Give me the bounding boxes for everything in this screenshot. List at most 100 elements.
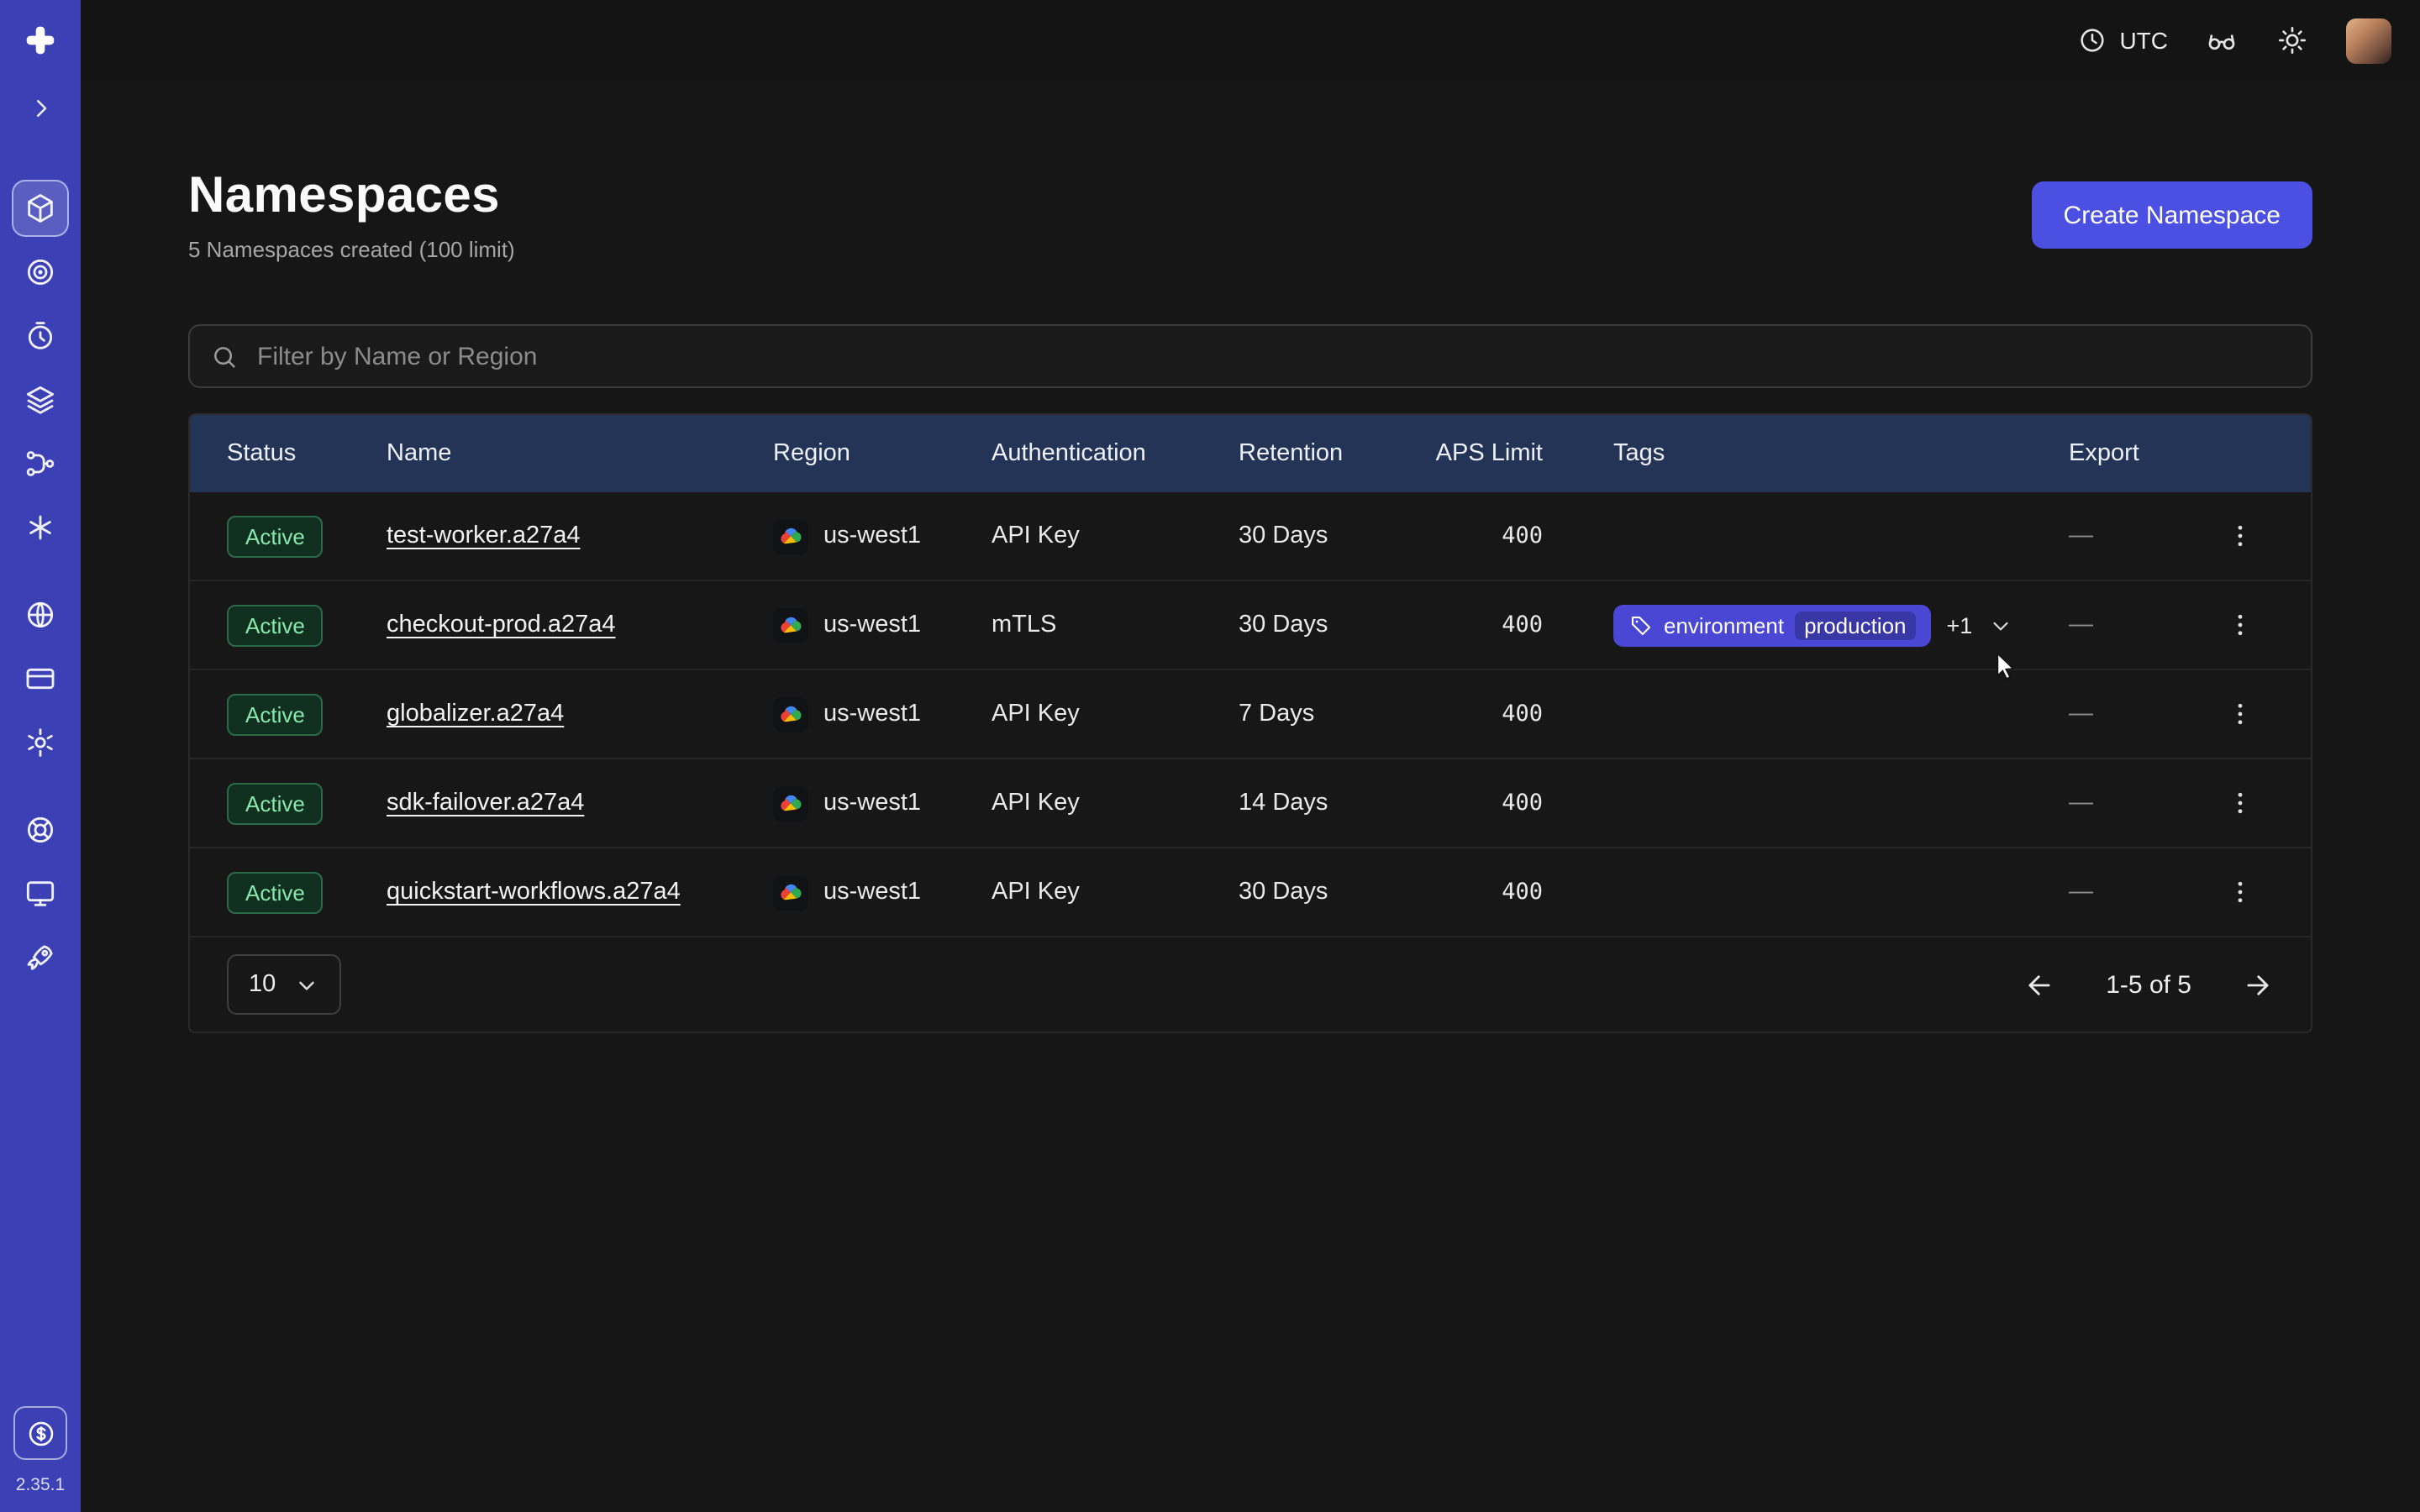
aps-limit-value: 400 bbox=[1432, 879, 1583, 906]
tags-more-count: +1 bbox=[1947, 612, 1973, 638]
sidebar-item-nexus[interactable] bbox=[12, 499, 69, 556]
sidebar: 2.35.1 bbox=[0, 0, 81, 1512]
row-menu-button[interactable] bbox=[2225, 521, 2255, 551]
gcp-region-icon bbox=[773, 785, 808, 821]
aps-limit-value: 400 bbox=[1432, 790, 1583, 816]
column-header-aps-limit: APS Limit bbox=[1432, 440, 1583, 467]
auth-method-value: API Key bbox=[992, 701, 1239, 727]
page-size-value: 10 bbox=[249, 971, 276, 998]
row-menu-button[interactable] bbox=[2225, 610, 2255, 640]
prev-page-button[interactable] bbox=[2023, 969, 2055, 1000]
namespaces-table: StatusNameRegionAuthenticationRetentionA… bbox=[188, 413, 2312, 1033]
status-badge: Active bbox=[227, 871, 324, 913]
timer-icon bbox=[24, 319, 57, 353]
sidebar-item-settings[interactable] bbox=[12, 714, 69, 771]
namespace-link[interactable]: test-worker.a27a4 bbox=[387, 522, 581, 549]
pricing-button[interactable] bbox=[13, 1406, 67, 1460]
cube-icon bbox=[24, 192, 57, 225]
auth-method-value: API Key bbox=[992, 522, 1239, 549]
column-header-status: Status bbox=[227, 440, 387, 467]
namespace-link[interactable]: quickstart-workflows.a27a4 bbox=[387, 879, 681, 906]
pagination-range: 1-5 of 5 bbox=[2106, 970, 2191, 999]
create-namespace-button[interactable]: Create Namespace bbox=[2032, 181, 2312, 249]
region-label: us-west1 bbox=[823, 790, 921, 816]
filter-input[interactable] bbox=[254, 340, 2291, 372]
temporal-logo-icon[interactable] bbox=[22, 22, 59, 59]
export-value: — bbox=[2035, 701, 2207, 727]
sidebar-item-batch-operations[interactable] bbox=[12, 435, 69, 492]
timezone-selector[interactable]: UTC bbox=[2077, 25, 2168, 55]
layers-icon bbox=[24, 383, 57, 417]
column-header-authentication: Authentication bbox=[992, 440, 1239, 467]
aps-limit-value: 400 bbox=[1432, 701, 1583, 727]
theme-toggle-sun-icon[interactable] bbox=[2275, 24, 2309, 57]
retention-value: 30 Days bbox=[1239, 612, 1432, 638]
sidebar-item-workflows[interactable] bbox=[12, 244, 69, 301]
filter-box bbox=[188, 324, 2312, 388]
branch-icon bbox=[24, 447, 57, 480]
column-header-tags: Tags bbox=[1583, 440, 2035, 467]
search-icon bbox=[210, 342, 239, 370]
status-badge: Active bbox=[227, 604, 324, 646]
sidebar-item-schedules[interactable] bbox=[12, 307, 69, 365]
sidebar-item-regions[interactable] bbox=[12, 586, 69, 643]
clock-icon bbox=[2077, 25, 2107, 55]
auth-method-value: API Key bbox=[992, 879, 1239, 906]
gear-icon bbox=[24, 726, 57, 759]
row-menu-button[interactable] bbox=[2225, 788, 2255, 818]
topbar: UTC bbox=[81, 0, 2420, 81]
namespace-link[interactable]: globalizer.a27a4 bbox=[387, 701, 564, 727]
sidebar-item-support[interactable] bbox=[12, 801, 69, 858]
page-title: Namespaces bbox=[188, 168, 515, 225]
region-label: us-west1 bbox=[823, 612, 921, 638]
asterisk-icon bbox=[24, 511, 57, 544]
table-body: Activetest-worker.a27a4us-west1API Key30… bbox=[190, 492, 2311, 936]
table-row: Active checkout-prod.a27a4 us-west1 mTLS30 … bbox=[190, 580, 2311, 669]
arrow-left-icon bbox=[2023, 969, 2055, 1000]
bullseye-icon bbox=[24, 255, 57, 289]
namespace-link[interactable]: sdk-failover.a27a4 bbox=[387, 790, 584, 816]
user-avatar[interactable] bbox=[2346, 18, 2391, 63]
app-window: 2.35.1 UTC Namespaces 5 Namespac bbox=[0, 0, 2420, 1512]
page-size-select[interactable]: 10 bbox=[227, 954, 341, 1015]
glasses-icon[interactable] bbox=[2205, 24, 2238, 57]
sidebar-item-getting-started[interactable] bbox=[12, 929, 69, 986]
arrow-right-icon bbox=[2242, 969, 2274, 1000]
rocket-icon bbox=[24, 941, 57, 974]
namespace-count-subtitle: 5 Namespaces created (100 limit) bbox=[188, 237, 515, 262]
column-header-region: Region bbox=[773, 440, 992, 467]
gcp-region-icon bbox=[773, 607, 808, 643]
gcp-region-icon bbox=[773, 518, 808, 554]
region-label: us-west1 bbox=[823, 522, 921, 549]
table-row: Activequickstart-workflows.a27a4us-west1… bbox=[190, 847, 2311, 936]
sidebar-item-deployments[interactable] bbox=[12, 371, 69, 428]
table-header-row: StatusNameRegionAuthenticationRetentionA… bbox=[190, 415, 2311, 492]
sidebar-item-docs[interactable] bbox=[12, 865, 69, 922]
retention-value: 7 Days bbox=[1239, 701, 1432, 727]
export-value: — bbox=[2035, 790, 2207, 816]
sidebar-expand-button[interactable] bbox=[12, 79, 69, 136]
chevron-down-icon bbox=[294, 972, 319, 997]
auth-method-value: mTLS bbox=[992, 612, 1239, 638]
column-header-export: Export bbox=[2035, 440, 2207, 467]
table-row: Activetest-worker.a27a4us-west1API Key30… bbox=[190, 492, 2311, 580]
tag-key: environment bbox=[1664, 612, 1784, 638]
next-page-button[interactable] bbox=[2242, 969, 2274, 1000]
dollar-icon bbox=[24, 1417, 56, 1449]
status-badge: Active bbox=[227, 693, 324, 735]
row-menu-button[interactable] bbox=[2225, 699, 2255, 729]
gcp-region-icon bbox=[773, 696, 808, 732]
tag-pill[interactable]: environmentproduction bbox=[1613, 604, 1932, 646]
column-header-name: Name bbox=[387, 440, 773, 467]
retention-value: 30 Days bbox=[1239, 879, 1432, 906]
namespace-link[interactable]: checkout-prod.a27a4 bbox=[387, 612, 616, 638]
tag-icon bbox=[1628, 612, 1654, 638]
tags-expand-chevron-icon[interactable] bbox=[1987, 612, 2012, 638]
monitor-icon bbox=[24, 877, 57, 911]
export-value: — bbox=[2035, 612, 2207, 638]
row-menu-button[interactable] bbox=[2225, 877, 2255, 907]
sidebar-item-billing[interactable] bbox=[12, 650, 69, 707]
column-header-retention: Retention bbox=[1239, 440, 1432, 467]
auth-method-value: API Key bbox=[992, 790, 1239, 816]
sidebar-item-namespaces[interactable] bbox=[12, 180, 69, 237]
